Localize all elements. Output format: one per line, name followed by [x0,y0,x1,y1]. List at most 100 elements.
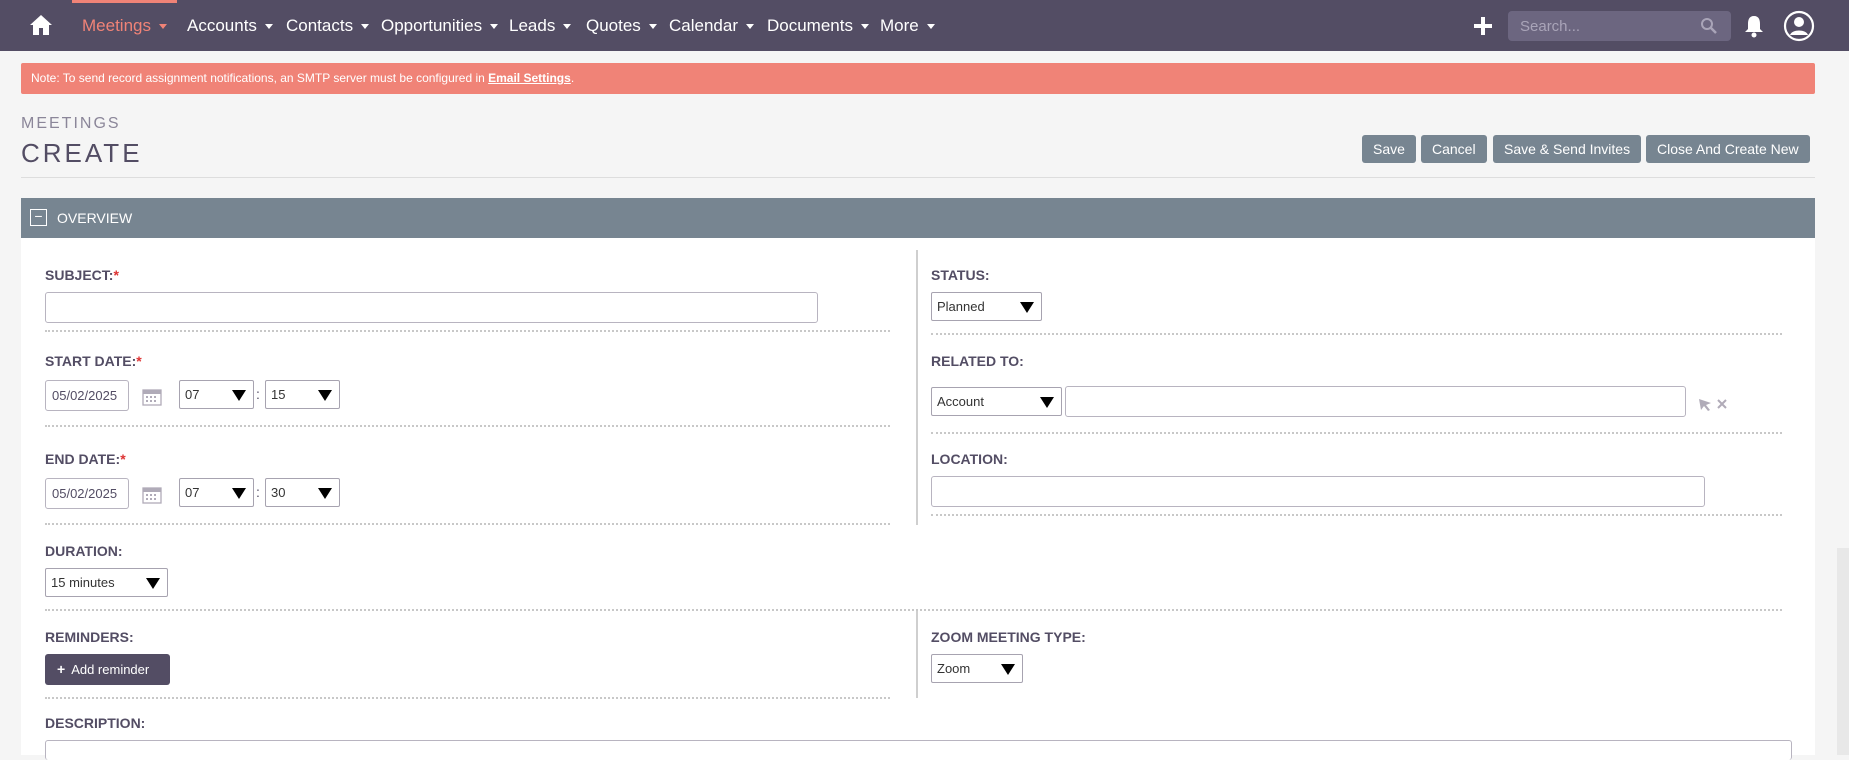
nav-item-label: Calendar [669,16,738,35]
close-and-create-new-button[interactable]: Close And Create New [1646,135,1810,163]
nav-item-leads[interactable]: Leads [509,0,572,51]
chevron-down-icon [860,24,869,30]
chevron-down-icon [490,24,499,30]
chevron-down-icon [563,24,572,30]
clear-icon[interactable] [1716,398,1728,410]
calendar-icon[interactable] [142,388,162,406]
search-input[interactable] [1508,11,1731,41]
dropdown-arrow-icon [1040,397,1054,408]
plus-icon: + [57,661,66,677]
required-marker: * [113,267,119,283]
chevron-down-icon [361,24,370,30]
cancel-button[interactable]: Cancel [1421,135,1487,163]
label-text: START DATE: [45,353,137,369]
field-divider [931,514,1782,516]
zoom-meeting-type-select[interactable]: Zoom [931,654,1023,683]
header-divider [21,177,1815,178]
end-date-input[interactable]: 05/02/2025 [45,478,129,509]
nav-item-more[interactable]: More [880,0,935,51]
select-value: 07 [185,485,200,500]
overview-panel-header[interactable]: − OVERVIEW [21,198,1815,238]
bell-icon[interactable] [1743,14,1765,38]
home-icon[interactable] [28,13,54,37]
time-separator: : [256,484,260,500]
chevron-down-icon [746,24,754,30]
calendar-icon[interactable] [142,486,162,504]
location-label: LOCATION: [931,451,1008,467]
nav-item-label: Meetings [82,16,151,35]
subject-input[interactable] [45,292,818,323]
nav-item-documents[interactable]: Documents [767,0,869,51]
duration-label: DURATION: [45,543,123,559]
nav-item-label: Accounts [187,16,257,35]
dropdown-arrow-icon [232,488,246,499]
chevron-down-icon [158,24,167,30]
label-text: END DATE: [45,451,121,467]
start-date-input[interactable]: 05/02/2025 [45,380,129,411]
dropdown-arrow-icon [146,578,160,589]
status-select[interactable]: Planned [931,292,1042,321]
start-hour-select[interactable]: 07 [179,380,254,409]
select-value: Planned [937,299,985,314]
start-date-label: START DATE:* [45,353,142,369]
zoom-meeting-type-label: ZOOM MEETING TYPE: [931,629,1086,645]
nav-item-label: Opportunities [381,16,483,35]
save-send-invites-button[interactable]: Save & Send Invites [1493,135,1642,163]
collapse-toggle-icon[interactable]: − [30,209,47,226]
related-to-type-select[interactable]: Account [931,387,1062,416]
save-button[interactable]: Save [1362,135,1416,163]
dropdown-arrow-icon [232,390,246,401]
label-text: SUBJECT: [45,267,114,283]
select-value: 15 minutes [51,575,115,590]
select-arrow-icon[interactable] [1698,398,1712,412]
plus-icon[interactable] [1472,15,1494,37]
related-to-input[interactable] [1065,386,1686,417]
select-value: 07 [185,387,200,402]
required-marker: * [136,353,142,369]
duration-select[interactable]: 15 minutes [45,568,168,597]
subject-label: SUBJECT:* [45,267,119,283]
add-reminder-button[interactable]: + Add reminder [45,654,170,685]
nav-item-label: Documents [767,16,853,35]
column-divider [916,250,918,525]
email-settings-link[interactable]: Email Settings [488,71,571,85]
nav-item-quotes[interactable]: Quotes [586,0,657,51]
nav-item-opportunities[interactable]: Opportunities [381,0,499,51]
page-title: CREATE [21,138,143,168]
location-input[interactable] [931,476,1705,507]
user-icon[interactable] [1783,10,1815,42]
dropdown-arrow-icon [318,488,332,499]
dropdown-arrow-icon [1020,302,1034,313]
nav-item-label: Leads [509,16,556,35]
chevron-down-icon [264,24,273,30]
smtp-alert: Note: To send record assignment notifica… [21,63,1815,94]
end-date-label: END DATE:* [45,451,126,467]
nav-item-contacts[interactable]: Contacts [286,0,370,51]
nav-item-calendar[interactable]: Calendar [669,0,754,51]
select-value: Zoom [937,661,971,676]
button-label: Add reminder [71,662,150,677]
panel-title: OVERVIEW [57,210,133,226]
select-value: Account [937,394,984,409]
alert-suffix: . [570,71,575,85]
search-icon[interactable] [1700,17,1718,35]
time-separator: : [256,386,260,402]
nav-item-accounts[interactable]: Accounts [187,0,273,51]
alert-text: Note: To send record assignment notifica… [31,71,489,85]
field-divider [931,432,1782,434]
required-marker: * [120,451,126,467]
description-textarea[interactable] [45,740,1792,760]
top-navbar: Meetings Accounts Contacts Opportunities… [0,0,1849,51]
end-hour-select[interactable]: 07 [179,478,254,507]
field-divider [45,330,890,332]
related-to-label: RELATED TO: [931,353,1024,369]
start-minute-select[interactable]: 15 [265,380,340,409]
page-scrollbar[interactable] [1837,548,1849,755]
select-value: 30 [271,485,286,500]
end-minute-select[interactable]: 30 [265,478,340,507]
nav-item-label: More [880,16,919,35]
description-label: DESCRIPTION: [45,715,146,731]
nav-item-meetings[interactable]: Meetings [72,0,177,51]
status-label: STATUS: [931,267,990,283]
reminders-label: REMINDERS: [45,629,134,645]
